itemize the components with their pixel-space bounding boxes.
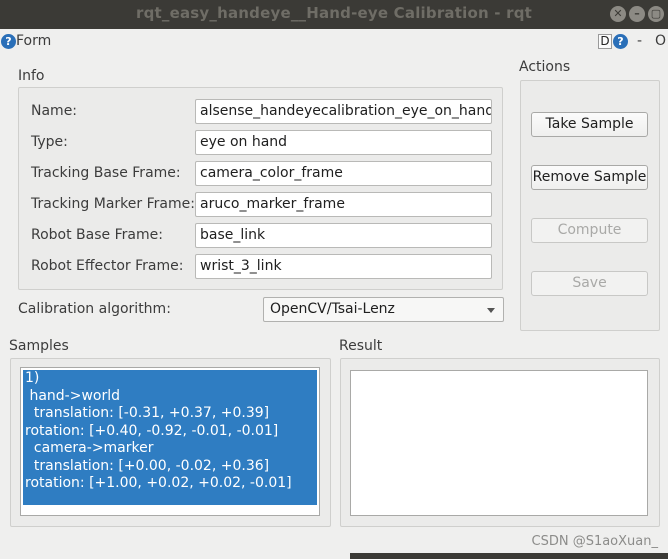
maximize-icon[interactable]: ▢	[648, 6, 664, 22]
tracking-base-frame-field[interactable]: camera_color_frame	[195, 161, 492, 186]
robot-base-frame-label: Robot Base Frame:	[31, 227, 163, 243]
window-title: rqt_easy_handeye__Hand-eye Calibration -…	[135, 4, 533, 22]
watermark-text: CSDN @S1aoXuan_	[531, 534, 659, 549]
plugin-options-icon[interactable]: O	[655, 33, 666, 49]
remove-sample-button[interactable]: Remove Sample	[531, 165, 648, 190]
close-icon[interactable]: ✕	[610, 6, 626, 22]
tracking-marker-frame-field[interactable]: aruco_marker_frame	[195, 192, 492, 217]
tracking-marker-frame-label: Tracking Marker Frame:	[31, 196, 195, 212]
save-button[interactable]: Save	[531, 271, 648, 296]
calibration-algorithm-label: Calibration algorithm:	[18, 301, 171, 317]
tracking-base-frame-label: Tracking Base Frame:	[31, 165, 181, 181]
chevron-down-icon	[487, 308, 495, 313]
robot-effector-frame-field[interactable]: wrist_3_link	[195, 254, 492, 279]
window-titlebar[interactable]: rqt_easy_handeye__Hand-eye Calibration -…	[0, 0, 668, 29]
list-item[interactable]: 1) hand->world translation: [-0.31, +0.3…	[23, 370, 317, 505]
calibration-algorithm-value: OpenCV/Tsai-Lenz	[270, 301, 395, 317]
robot-base-frame-field[interactable]: base_link	[195, 223, 492, 248]
take-sample-button[interactable]: Take Sample	[531, 112, 648, 137]
calibration-algorithm-select[interactable]: OpenCV/Tsai-Lenz	[263, 297, 504, 322]
taskbar-strip	[350, 553, 668, 559]
result-text-area[interactable]	[350, 370, 648, 516]
minimize-icon[interactable]: –	[629, 6, 645, 22]
result-group-title: Result	[339, 338, 383, 354]
robot-effector-frame-label: Robot Effector Frame:	[31, 258, 184, 274]
samples-group-title: Samples	[9, 338, 69, 354]
plugin-close-icon[interactable]: -	[637, 33, 642, 49]
name-field[interactable]: alsense_handeyecalibration_eye_on_hand/	[195, 99, 492, 124]
plugin-help-icon[interactable]: ?	[613, 34, 628, 49]
plugin-title: Form	[16, 33, 52, 49]
help-icon[interactable]: ?	[1, 34, 16, 49]
compute-button[interactable]: Compute	[531, 218, 648, 243]
type-field[interactable]: eye on hand	[195, 130, 492, 155]
type-label: Type:	[31, 134, 68, 150]
samples-list[interactable]: 1) hand->world translation: [-0.31, +0.3…	[20, 367, 320, 516]
dock-icon[interactable]: D	[598, 34, 612, 49]
actions-group-title: Actions	[519, 59, 571, 75]
name-label: Name:	[31, 103, 78, 119]
info-group-title: Info	[18, 68, 45, 84]
